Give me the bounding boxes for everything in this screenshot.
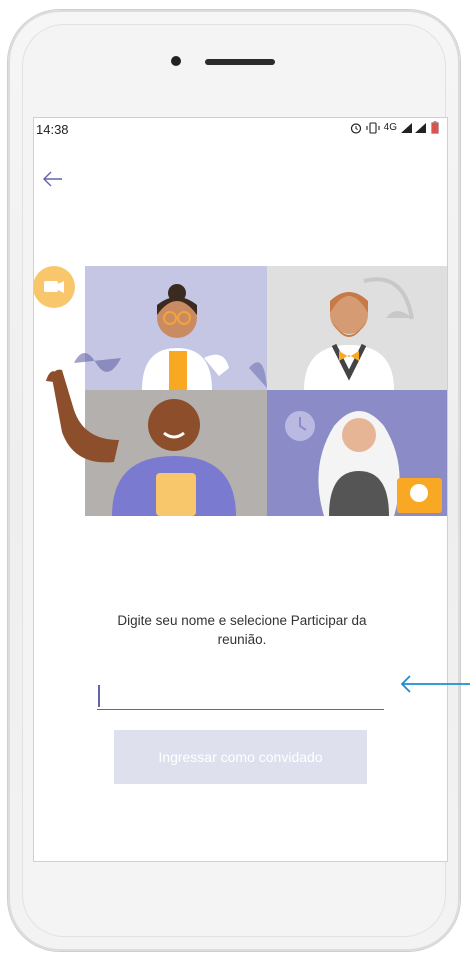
signal-icon xyxy=(401,122,426,133)
status-bar: 14:38 4G xyxy=(34,118,447,140)
callout-arrow-icon xyxy=(400,675,470,693)
front-camera xyxy=(171,56,181,66)
status-time: 14:38 xyxy=(36,122,69,137)
back-arrow-icon xyxy=(43,171,62,187)
battery-icon xyxy=(431,121,439,134)
alarm-icon xyxy=(350,122,361,134)
network-type-label: 4G xyxy=(383,122,397,133)
earpiece-speaker xyxy=(205,59,275,65)
vibrate-icon xyxy=(366,121,380,134)
text-cursor xyxy=(98,685,100,707)
app-screen: 14:38 4G Digite seu nome e selecione Par… xyxy=(33,117,448,862)
meeting-illustration xyxy=(34,266,447,516)
join-instructions: Digite seu nome e selecione Participar d… xyxy=(117,613,367,647)
join-as-guest-button[interactable]: Ingressar como convidado xyxy=(114,730,367,784)
status-icons: 4G xyxy=(350,121,439,134)
back-button[interactable] xyxy=(40,166,68,194)
name-input[interactable] xyxy=(97,683,384,710)
